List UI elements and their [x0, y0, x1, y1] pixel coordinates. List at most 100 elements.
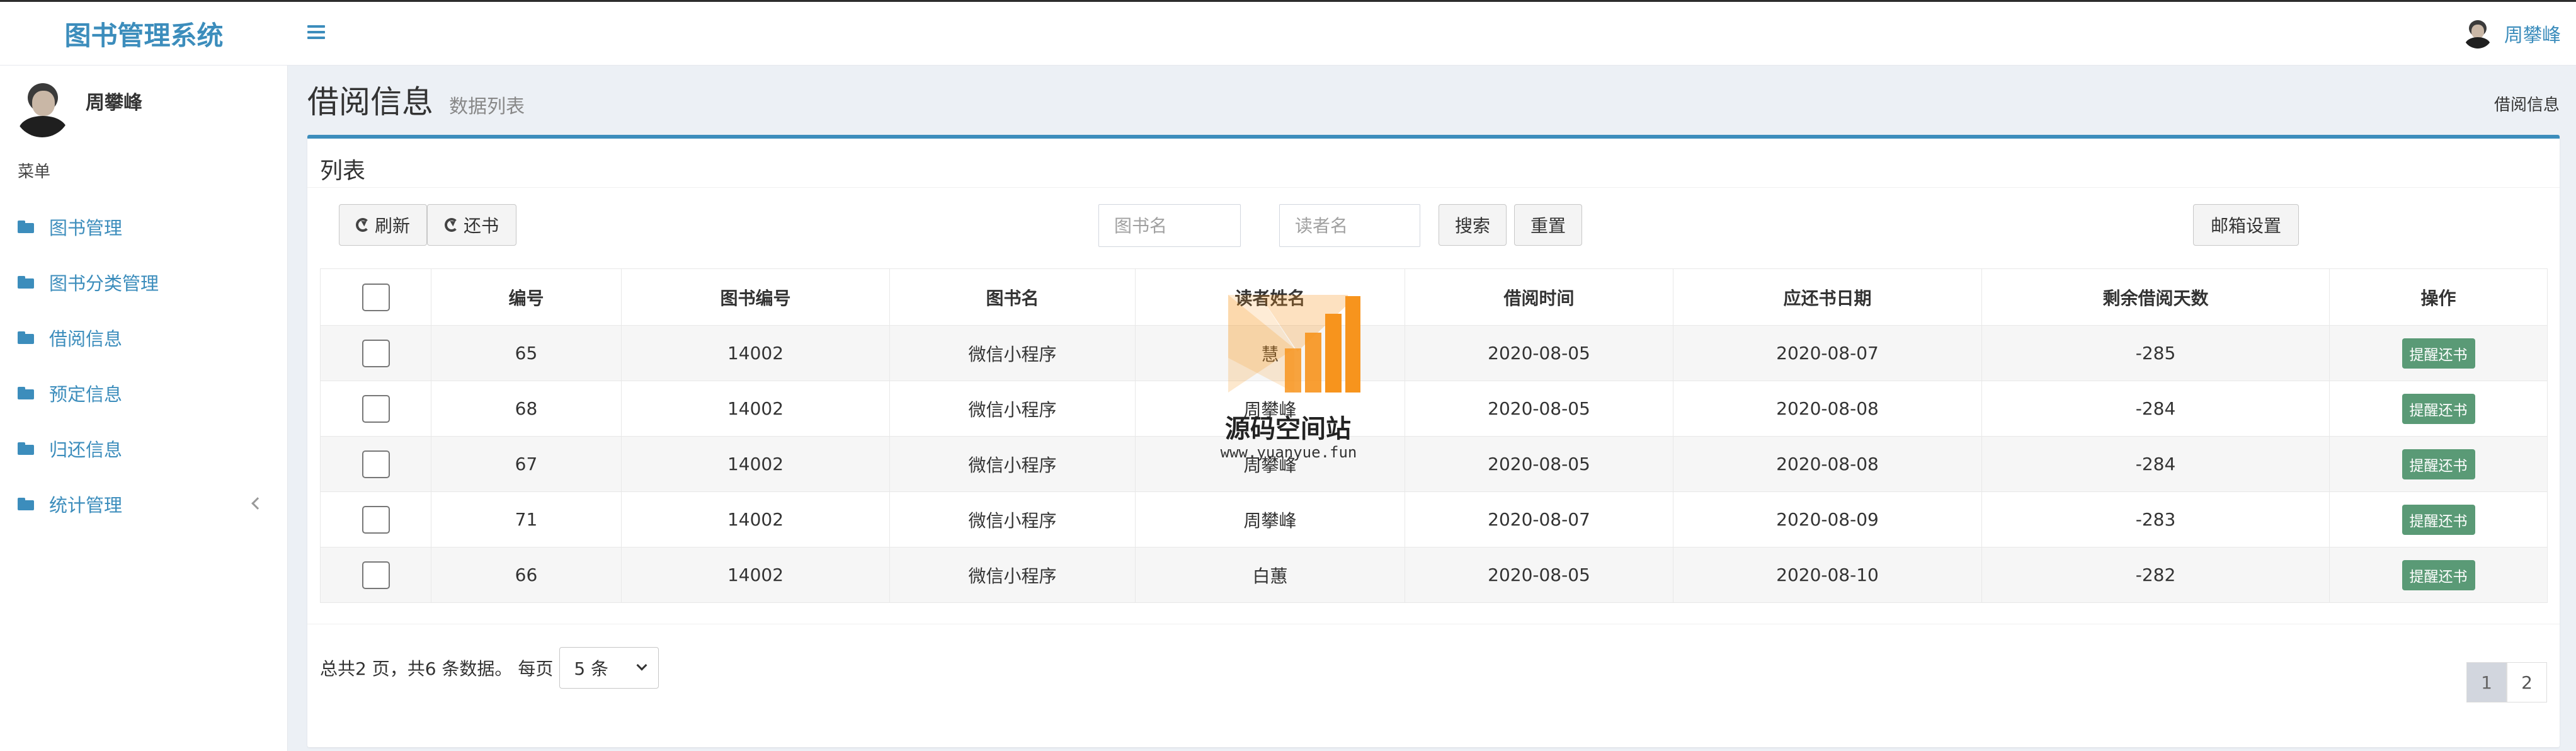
content-header: 借阅信息 数据列表	[307, 77, 525, 122]
remind-return-button[interactable]: 提醒还书	[2402, 559, 2475, 590]
cell-id: 66	[431, 547, 622, 603]
cell-book-name: 微信小程序	[889, 325, 1136, 381]
cell-book-name: 微信小程序	[889, 381, 1136, 437]
borrow-table: 编号 图书编号 图书名 读者姓名 借阅时间 应还书日期 剩余借阅天数 操作 65	[320, 268, 2548, 603]
refresh-button[interactable]: 刷新	[339, 204, 427, 246]
sidebar-toggle-hamburger-icon[interactable]	[305, 21, 328, 43]
sidebar-item-label: 借阅信息	[49, 328, 123, 350]
chevron-left-icon[interactable]	[251, 497, 264, 510]
row-checkbox[interactable]	[362, 450, 390, 478]
cell-id: 71	[431, 491, 622, 547]
folder-icon	[18, 276, 34, 289]
cell-borrow-date: 2020-08-05	[1405, 436, 1673, 492]
cell-id: 67	[431, 436, 622, 492]
table-row: 65 14002 微信小程序 慧 2020-08-05 2020-08-07 -…	[320, 325, 2548, 381]
table-row: 66 14002 微信小程序 白蕙 2020-08-05 2020-08-10 …	[320, 547, 2548, 603]
sidebar-item-label: 统计管理	[49, 495, 123, 516]
row-checkbox[interactable]	[362, 339, 390, 367]
table-row: 68 14002 微信小程序 周攀峰 2020-08-05 2020-08-08…	[320, 381, 2548, 437]
cell-reader: 周攀峰	[1135, 436, 1405, 492]
column-header[interactable]: 图书编号	[621, 268, 890, 326]
page-size-select[interactable]: 5 条	[559, 647, 659, 689]
row-checkbox[interactable]	[362, 561, 390, 589]
avatar	[2463, 18, 2493, 49]
app-logo[interactable]: 图书管理系统	[0, 2, 288, 66]
search-button[interactable]: 搜索	[1439, 204, 1507, 246]
cell-reader: 周攀峰	[1135, 381, 1405, 437]
sidebar-item-label: 预定信息	[49, 384, 123, 405]
sidebar-item-category-management[interactable]: 图书分类管理	[0, 255, 287, 310]
page-title: 借阅信息	[307, 84, 433, 120]
cell-id: 68	[431, 381, 622, 437]
cell-book-name: 微信小程序	[889, 436, 1136, 492]
row-checkbox[interactable]	[362, 394, 390, 423]
cell-book-no: 14002	[621, 325, 890, 381]
avatar	[14, 81, 71, 137]
remind-return-button[interactable]: 提醒还书	[2402, 393, 2475, 424]
select-all-cell	[320, 268, 431, 326]
column-header[interactable]: 应还书日期	[1673, 268, 1982, 326]
folder-icon	[18, 331, 34, 344]
remind-return-button[interactable]: 提醒还书	[2402, 338, 2475, 369]
app-root: 图书管理系统 周攀峰 周攀峰 菜单 图书管理 图书分类管理 借阅信息 预定信息 …	[0, 0, 2576, 751]
select-all-checkbox[interactable]	[362, 283, 390, 311]
cell-days-left: -282	[1981, 547, 2330, 603]
page-button-1[interactable]: 1	[2466, 662, 2507, 702]
remind-return-button[interactable]: 提醒还书	[2402, 504, 2475, 535]
menu-header: 菜单	[18, 163, 51, 181]
table-header-row: 编号 图书编号 图书名 读者姓名 借阅时间 应还书日期 剩余借阅天数 操作	[320, 268, 2548, 326]
cell-book-no: 14002	[621, 381, 890, 437]
column-header: 操作	[2329, 268, 2548, 326]
reader-name-input[interactable]	[1279, 204, 1420, 247]
cell-book-no: 14002	[621, 491, 890, 547]
reset-button[interactable]: 重置	[1514, 204, 1582, 246]
cell-borrow-date: 2020-08-05	[1405, 381, 1673, 437]
cell-days-left: -285	[1981, 325, 2330, 381]
book-name-input[interactable]	[1098, 204, 1241, 247]
user-menu[interactable]: 周攀峰	[2463, 17, 2561, 50]
cell-book-no: 14002	[621, 436, 890, 492]
cell-reader: 白蕙	[1135, 547, 1405, 603]
cell-days-left: -284	[1981, 436, 2330, 492]
user-name: 周攀峰	[2504, 25, 2561, 47]
box-title: 列表	[307, 139, 2560, 188]
sidebar-item-book-management[interactable]: 图书管理	[0, 199, 287, 255]
column-header[interactable]: 图书名	[889, 268, 1136, 326]
cell-id: 65	[431, 325, 622, 381]
column-header[interactable]: 借阅时间	[1405, 268, 1673, 326]
column-header[interactable]: 剩余借阅天数	[1981, 268, 2330, 326]
sidebar-item-statistics[interactable]: 统计管理	[0, 476, 287, 532]
user-panel: 周攀峰	[14, 74, 278, 144]
return-book-button[interactable]: 还书	[427, 204, 516, 246]
cell-borrow-date: 2020-08-07	[1405, 491, 1673, 547]
sidebar-user-name: 周攀峰	[86, 92, 142, 114]
column-header[interactable]: 编号	[431, 268, 622, 326]
sidebar-item-borrow-info[interactable]: 借阅信息	[0, 310, 287, 365]
return-label: 还书	[463, 215, 499, 236]
breadcrumb[interactable]: 借阅信息	[2494, 92, 2560, 115]
cell-book-name: 微信小程序	[889, 491, 1136, 547]
cell-days-left: -284	[1981, 381, 2330, 437]
sidebar: 周攀峰 菜单 图书管理 图书分类管理 借阅信息 预定信息 归还信息 统计管理	[0, 66, 288, 751]
remind-return-button[interactable]: 提醒还书	[2402, 449, 2475, 479]
cell-due-date: 2020-08-10	[1673, 547, 1982, 603]
column-header[interactable]: 读者姓名	[1135, 268, 1405, 326]
cell-due-date: 2020-08-07	[1673, 325, 1982, 381]
page-subtitle: 数据列表	[449, 96, 525, 118]
row-checkbox[interactable]	[362, 505, 390, 534]
pagination-info: 总共2 页，共6 条数据。 每页 5 条	[320, 647, 659, 689]
cell-borrow-date: 2020-08-05	[1405, 547, 1673, 603]
page-button-2[interactable]: 2	[2507, 662, 2547, 702]
list-box: 列表 刷新 还书 搜索 重置 邮箱设置 编号	[307, 135, 2560, 747]
pagination: 1 2	[2466, 662, 2547, 702]
main-header: 图书管理系统 周攀峰	[0, 2, 2576, 66]
email-settings-button[interactable]: 邮箱设置	[2193, 204, 2299, 246]
cell-due-date: 2020-08-09	[1673, 491, 1982, 547]
sidebar-menu: 图书管理 图书分类管理 借阅信息 预定信息 归还信息 统计管理	[0, 199, 287, 532]
cell-reader: 慧	[1135, 325, 1405, 381]
cell-book-name: 微信小程序	[889, 547, 1136, 603]
sidebar-item-return-info[interactable]: 归还信息	[0, 421, 287, 476]
table-row: 67 14002 微信小程序 周攀峰 2020-08-05 2020-08-08…	[320, 436, 2548, 492]
sidebar-item-reservation-info[interactable]: 预定信息	[0, 365, 287, 421]
cell-days-left: -283	[1981, 491, 2330, 547]
